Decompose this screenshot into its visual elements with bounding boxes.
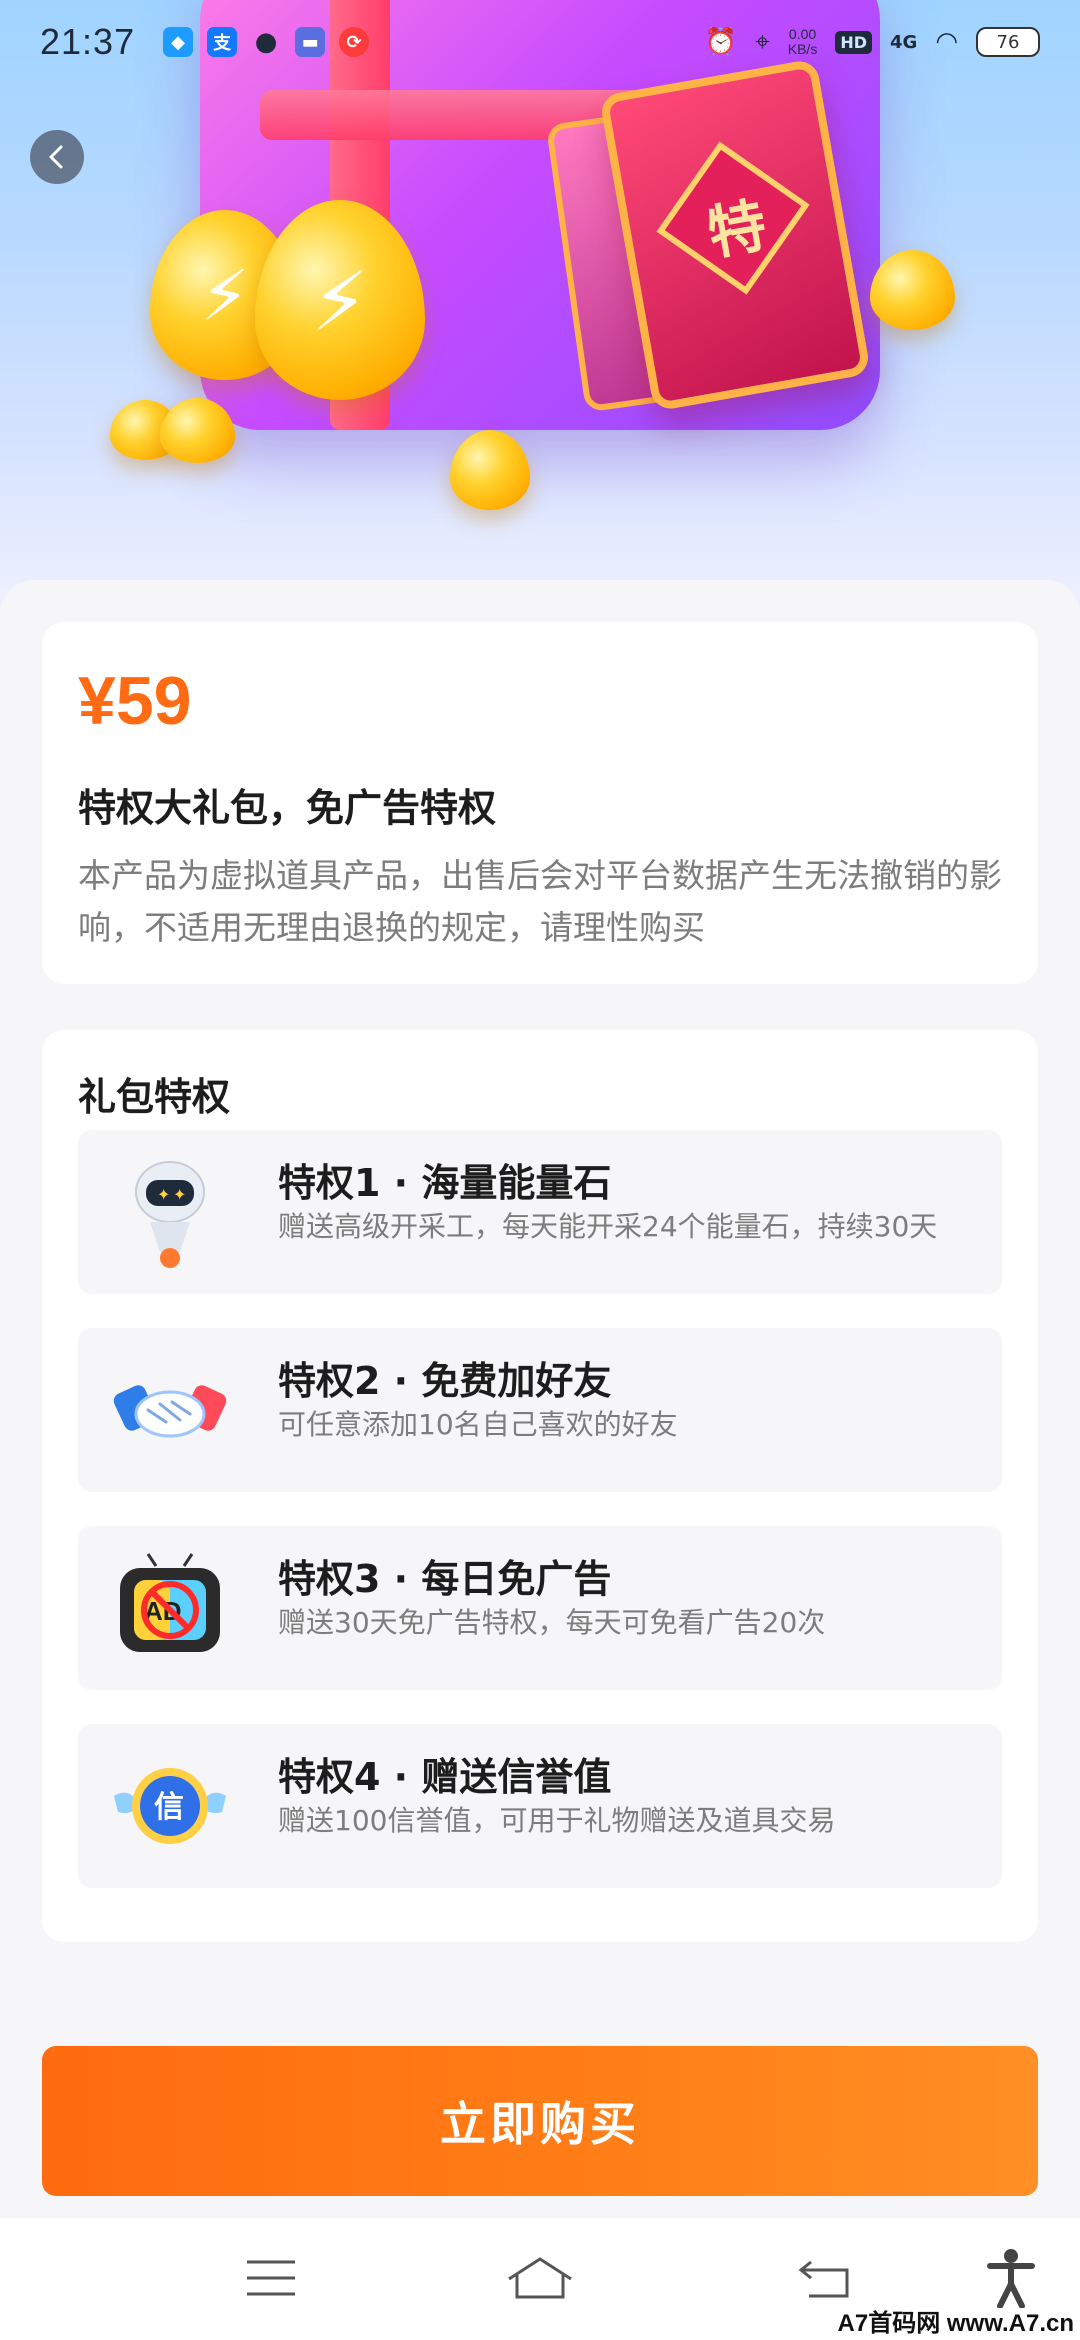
card-character: 特 <box>702 191 772 269</box>
privilege-desc: 赠送高级开采工，每天能开采24个能量石，持续30天 <box>278 1210 938 1243</box>
status-time: 21:37 <box>40 21 136 62</box>
credit-badge-icon: 信 <box>114 1768 226 1844</box>
privilege-title: 特权4 · 赠送信誉值 <box>278 1755 612 1799</box>
scooter-icon: ⟳ <box>339 27 370 57</box>
privilege-title: 特权3 · 每日免广告 <box>278 1557 612 1601</box>
qq-icon: ● <box>254 27 278 57</box>
privilege-title: 特权2 · 免费加好友 <box>278 1359 612 1403</box>
alarm-icon: ⏰ <box>704 27 738 57</box>
product-description: 本产品为虚拟道具产品，出售后会对平台数据产生无法撤销的影响，不适用无理由退换的规… <box>78 856 1002 947</box>
privilege-desc: 赠送30天免广告特权，每天可免看广告20次 <box>278 1606 826 1639</box>
menu-nav-button[interactable] <box>226 2238 316 2318</box>
signal-label: 4G <box>890 31 918 53</box>
net-speed: 0.00 KB/s <box>788 27 818 57</box>
credit-badge-char: 信 <box>154 1790 184 1825</box>
home-icon <box>508 2257 572 2299</box>
energy-drop-icon <box>870 250 955 330</box>
lightning-icon: ⚡ <box>311 255 369 350</box>
net-speed-value: 0.00 <box>788 26 817 42</box>
svg-text:✦: ✦ <box>157 1185 170 1204</box>
svg-text:✦: ✦ <box>173 1185 186 1204</box>
hero-banner: 特 ⚡ ⚡ 21:37 ◆ 支 ● ▬ ⟳ ⏰ ⌖ 0.00 KB/s HD 4… <box>0 0 1080 610</box>
home-nav-button[interactable] <box>495 2238 585 2318</box>
privilege-item: AD 特权3 · 每日免广告 赠送30天免广告特权，每天可免看广告20次 <box>78 1526 1002 1690</box>
wifi-icon: ◠ <box>935 27 958 57</box>
privilege-item: 信 特权4 · 赠送信誉值 赠送100信誉值，可用于礼物赠送及道具交易 <box>78 1724 1002 1888</box>
status-bar: 21:37 ◆ 支 ● ▬ ⟳ ⏰ ⌖ 0.00 KB/s HD 4G ◠ 76 <box>0 0 1080 84</box>
net-speed-unit: KB/s <box>787 41 818 57</box>
battery-icon: 76 <box>976 27 1040 57</box>
price-label: ¥59 <box>78 663 192 739</box>
section-title: 礼包特权 <box>78 1075 231 1119</box>
privilege-title: 特权1 · 海量能量石 <box>278 1161 612 1205</box>
menu-icon <box>247 2260 295 2296</box>
privilege-desc: 赠送100信誉值，可用于礼物赠送及道具交易 <box>278 1804 836 1837</box>
car-icon: ▬ <box>295 27 326 57</box>
back-icon <box>798 2260 849 2298</box>
privilege-item: 特权2 · 免费加好友 可任意添加10名自己喜欢的好友 <box>78 1328 1002 1492</box>
dingtalk-icon: ◆ <box>163 27 194 57</box>
chevron-left-icon <box>49 145 63 169</box>
privilege-desc: 可任意添加10名自己喜欢的好友 <box>278 1408 678 1441</box>
robot-icon: ✦ ✦ <box>135 1161 205 1268</box>
hd-badge: HD <box>835 30 872 54</box>
product-info-card: ¥59 特权大礼包，免广告特权 本产品为虚拟道具产品，出售后会对平台数据产生无法… <box>42 622 1038 984</box>
buy-now-button[interactable]: 立即购买 <box>42 2046 1038 2196</box>
watermark: A7首码网 www.A7.cn <box>837 2310 1074 2337</box>
no-ad-tv-icon: AD <box>120 1553 220 1652</box>
content-sheet: ¥59 特权大礼包，免广告特权 本产品为虚拟道具产品，出售后会对平台数据产生无法… <box>0 580 1080 2220</box>
alipay-icon: 支 <box>207 27 238 57</box>
back-button[interactable] <box>30 130 84 184</box>
accessibility-icon <box>987 2249 1035 2308</box>
battery-level: 76 <box>996 31 1020 53</box>
system-nav-bar: A7首码网 www.A7.cn <box>0 2218 1080 2340</box>
product-title: 特权大礼包，免广告特权 <box>78 786 497 830</box>
privileges-card: 礼包特权 ✦ ✦ 特权1 · 海量能量石 赠送高级开采工，每天能开采24个能量石… <box>42 1030 1038 1942</box>
handshake-icon <box>113 1385 227 1438</box>
location-icon: ⌖ <box>755 26 770 57</box>
privilege-item: ✦ ✦ 特权1 · 海量能量石 赠送高级开采工，每天能开采24个能量石，持续30… <box>78 1130 1002 1294</box>
energy-drop-icon <box>450 430 530 510</box>
